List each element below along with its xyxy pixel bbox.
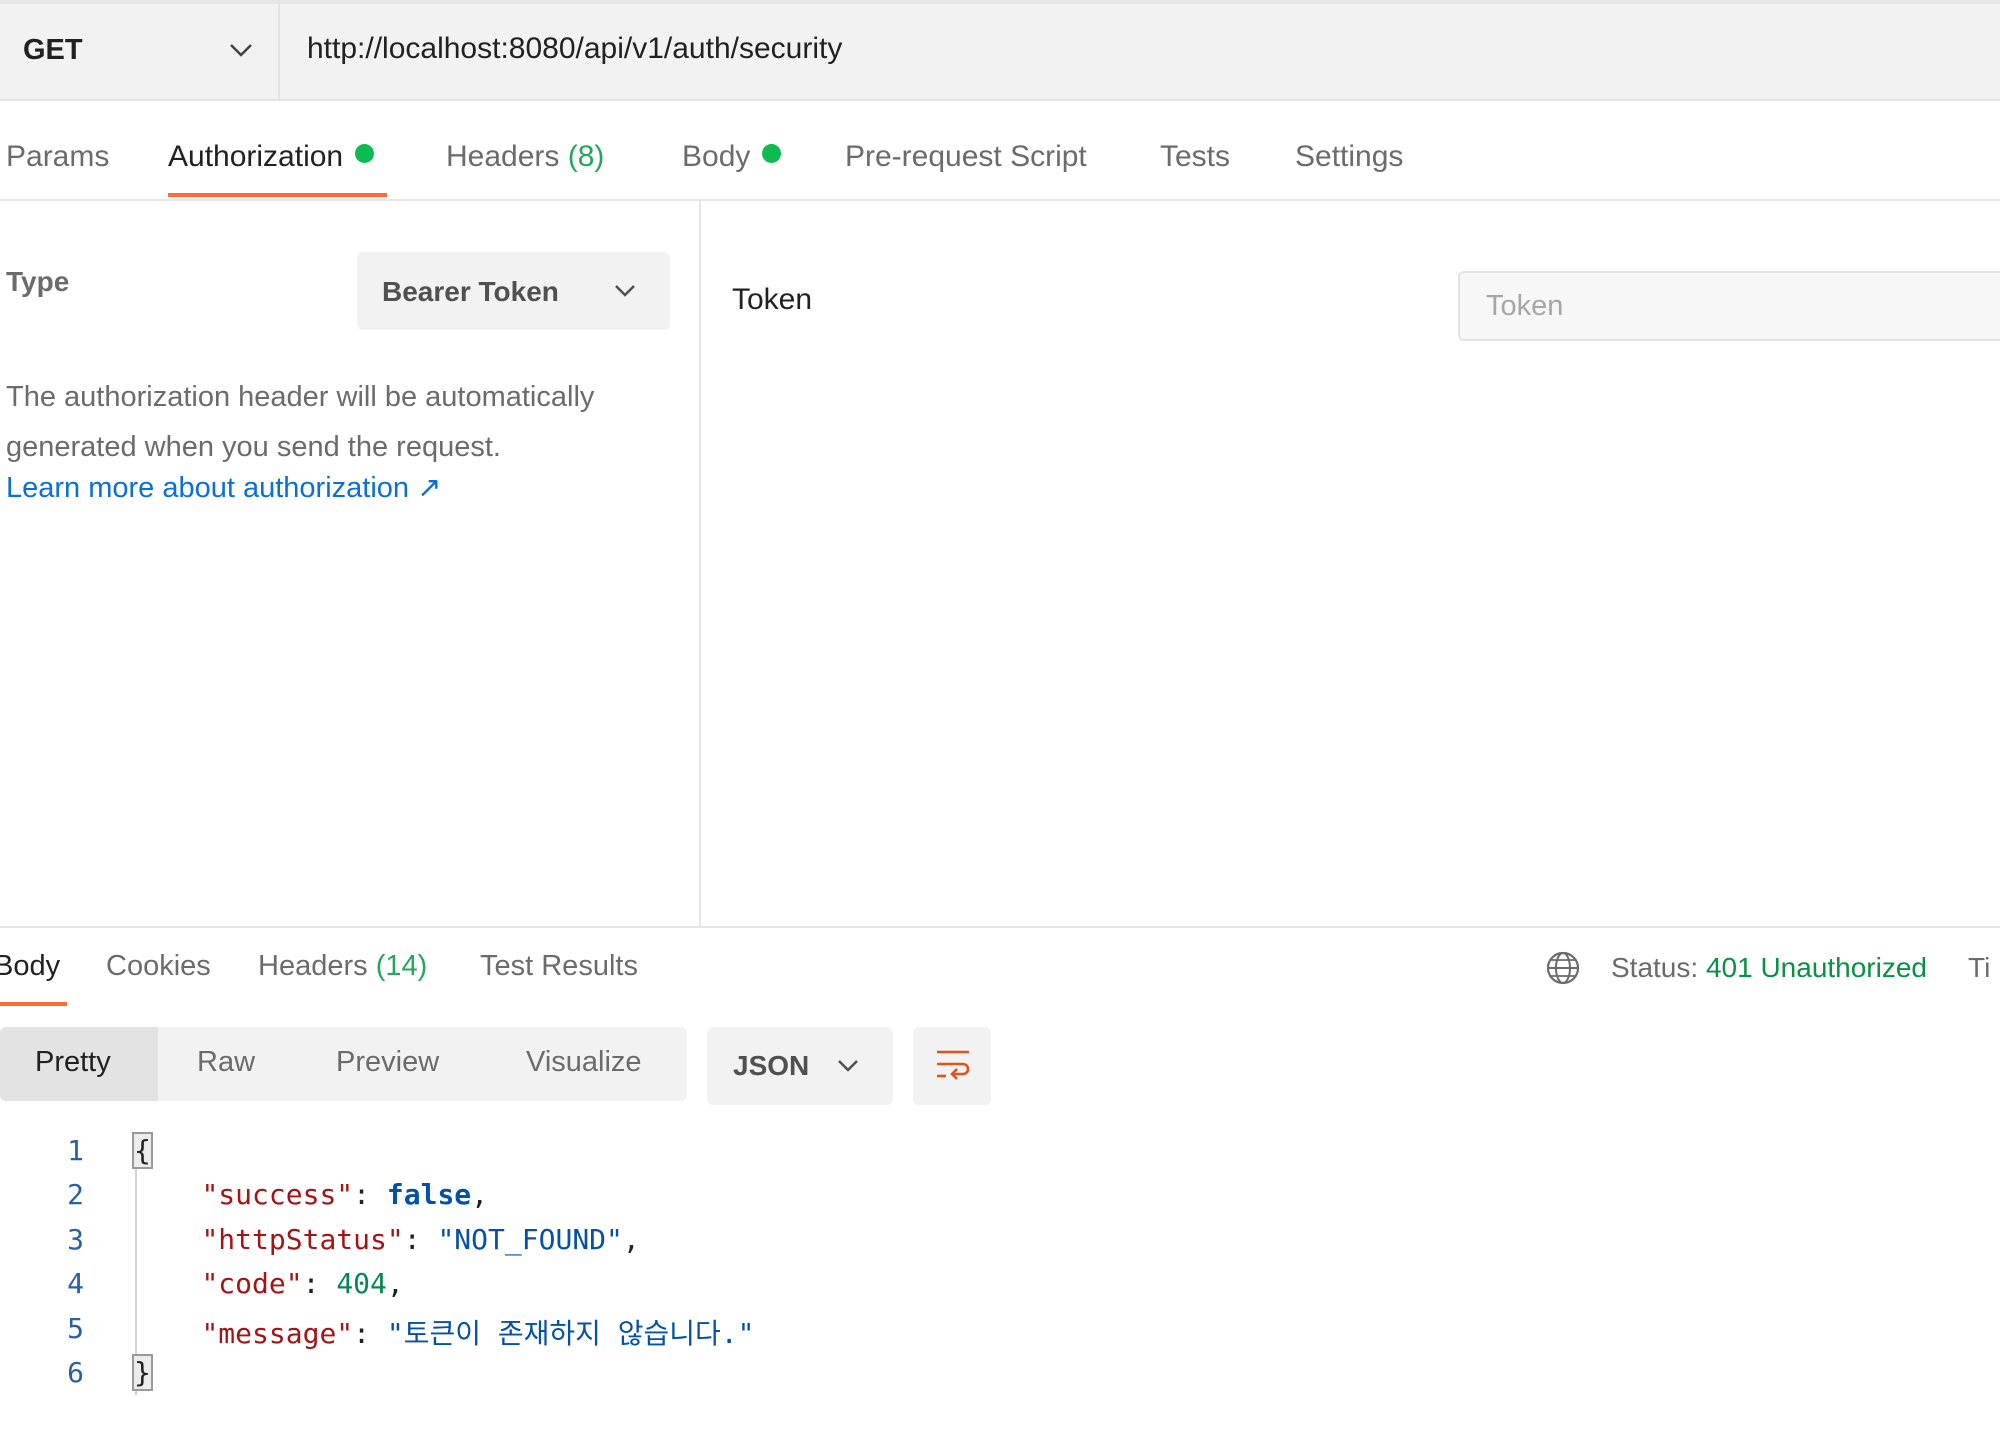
auth-type-label: Type — [6, 266, 69, 298]
format-preview-button[interactable]: Preview — [336, 1046, 439, 1079]
json-close-brace: } — [134, 1356, 151, 1389]
learn-more-link[interactable]: Learn more about authorization ↗ — [6, 470, 441, 505]
json-open-brace: { — [134, 1134, 151, 1167]
line-number: 4 — [40, 1267, 84, 1300]
response-tab-cookies[interactable]: Cookies — [106, 950, 211, 983]
response-status: Status: 401 Unauthorized — [1611, 952, 1927, 984]
active-response-tab-indicator — [0, 1002, 67, 1006]
json-key: "message" — [201, 1317, 353, 1350]
method-label: GET — [23, 34, 83, 67]
tab-settings-label: Settings — [1295, 140, 1403, 173]
response-time-label: Ti — [1968, 952, 1990, 984]
code-line[interactable]: "message": "토큰이 존재하지 않습니다." — [134, 1312, 755, 1352]
chevron-down-icon[interactable] — [227, 40, 255, 60]
auth-description: The authorization header will be automat… — [6, 372, 686, 472]
tab-prerequest-label: Pre-request Script — [845, 140, 1087, 173]
format-pretty-button[interactable]: Pretty — [35, 1046, 111, 1079]
json-string: "토큰이 존재하지 않습니다." — [387, 1317, 755, 1350]
tab-params-label: Params — [6, 140, 109, 173]
active-tab-indicator — [168, 193, 387, 197]
json-key: "code" — [201, 1267, 302, 1300]
language-label: JSON — [733, 1050, 809, 1082]
chevron-down-icon[interactable] — [835, 1057, 861, 1075]
token-input[interactable] — [1458, 271, 2000, 341]
json-number: 404 — [336, 1267, 387, 1300]
token-label: Token — [732, 283, 812, 317]
tab-headers[interactable]: Headers (8) — [446, 140, 604, 174]
tab-params[interactable]: Params — [6, 140, 109, 174]
tab-settings[interactable]: Settings — [1295, 140, 1403, 174]
tab-body[interactable]: Body — [682, 140, 781, 174]
chevron-down-icon[interactable] — [612, 282, 638, 300]
json-key: "success" — [201, 1178, 353, 1211]
response-tab-headers-count: (14) — [376, 950, 428, 982]
line-number: 6 — [40, 1356, 84, 1389]
json-boolean: false — [387, 1178, 471, 1211]
tab-prerequest-script[interactable]: Pre-request Script — [845, 140, 1087, 174]
tab-tests-label: Tests — [1160, 140, 1230, 173]
json-string: "NOT_FOUND" — [437, 1223, 622, 1256]
response-tab-body[interactable]: Body — [0, 950, 60, 983]
line-number: 1 — [40, 1134, 84, 1167]
line-number: 5 — [40, 1312, 84, 1345]
line-number: 3 — [40, 1223, 84, 1256]
code-line[interactable]: { — [134, 1134, 151, 1167]
status-value[interactable]: 401 Unauthorized — [1706, 952, 1927, 983]
response-tab-test-results[interactable]: Test Results — [480, 950, 638, 983]
url-bar — [0, 0, 2000, 101]
modified-indicator — [355, 144, 374, 163]
tab-tests[interactable]: Tests — [1160, 140, 1230, 174]
line-number: 2 — [40, 1178, 84, 1211]
code-line[interactable]: } — [134, 1356, 151, 1389]
globe-icon[interactable] — [1545, 950, 1581, 986]
code-line[interactable]: "code": 404, — [134, 1267, 404, 1300]
tab-authorization[interactable]: Authorization — [168, 140, 374, 174]
tab-headers-label: Headers — [446, 140, 559, 173]
url-input[interactable]: http://localhost:8080/api/v1/auth/securi… — [307, 32, 842, 66]
status-label: Status: — [1611, 952, 1698, 983]
code-line[interactable]: "success": false, — [134, 1178, 488, 1211]
auth-type-value: Bearer Token — [382, 276, 559, 308]
modified-indicator — [762, 144, 781, 163]
pane-divider[interactable] — [699, 201, 701, 927]
response-divider[interactable] — [0, 926, 2000, 928]
format-visualize-button[interactable]: Visualize — [526, 1046, 642, 1079]
tab-body-label: Body — [682, 140, 750, 173]
format-raw-button[interactable]: Raw — [197, 1046, 255, 1079]
wrap-lines-icon — [933, 1046, 973, 1084]
tab-headers-count: (8) — [568, 140, 605, 173]
response-tab-headers[interactable]: Headers (14) — [258, 950, 427, 983]
tab-authorization-label: Authorization — [168, 140, 343, 173]
json-key: "httpStatus" — [201, 1223, 403, 1256]
response-tab-headers-label: Headers — [258, 950, 368, 982]
code-line[interactable]: "httpStatus": "NOT_FOUND", — [134, 1223, 640, 1256]
